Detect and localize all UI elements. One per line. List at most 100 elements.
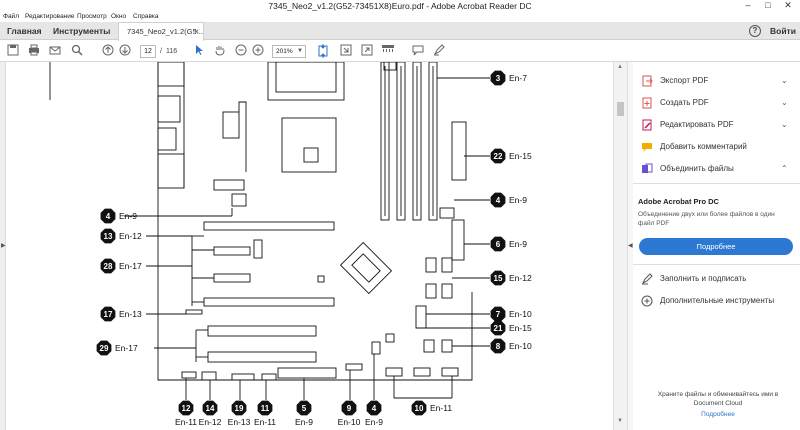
chevron-down-icon[interactable]: ⌄ xyxy=(781,114,788,136)
callout-label: En-10 xyxy=(338,417,361,427)
callout-marker: 9 En-10 xyxy=(338,400,361,427)
callout-label: En-9 xyxy=(119,211,137,221)
menu-view[interactable]: Просмотр xyxy=(77,12,107,22)
search-icon[interactable] xyxy=(70,44,84,58)
callout-number: 6 xyxy=(496,240,501,249)
document-view[interactable]: 3 En-7 22 En-15 4 En-9 4 En-9 13 En-12 6 En-9 28 En-1… xyxy=(6,62,613,430)
callout-label: En-15 xyxy=(509,151,532,161)
callout-number: 13 xyxy=(104,232,113,241)
tool-label: Объединить файлы xyxy=(660,164,734,173)
callout-marker: 14 En-12 xyxy=(199,400,222,427)
comment-icon[interactable] xyxy=(411,44,425,58)
scroll-down-icon[interactable]: ▼ xyxy=(617,418,623,424)
close-tab-icon[interactable]: × xyxy=(194,23,199,41)
prev-page-icon[interactable] xyxy=(101,44,115,58)
callout-marker: 7 En-10 xyxy=(490,306,532,322)
menu-window[interactable]: Окно xyxy=(111,12,126,22)
save-icon[interactable] xyxy=(6,44,20,58)
callout-marker: 29 En-17 xyxy=(96,340,138,356)
chevron-down-icon[interactable]: ⌄ xyxy=(781,70,788,92)
callout-marker: 28 En-17 xyxy=(100,258,142,274)
tool-more-tools[interactable]: Дополнительные инструменты xyxy=(633,290,800,312)
document-cloud-text: Храните файлы и обменивайтесь ими в Docu… xyxy=(657,391,779,407)
callout-label: En-11 xyxy=(254,417,276,427)
callout-marker: 11 En-11 xyxy=(254,400,276,427)
callout-number: 4 xyxy=(496,196,501,205)
callout-label: En-11 xyxy=(175,417,197,427)
motherboard-diagram: 3 En-7 22 En-15 4 En-9 4 En-9 13 En-12 6 En-9 28 En-1… xyxy=(49,62,532,427)
fit-page-icon[interactable] xyxy=(316,44,330,58)
create-pdf-icon xyxy=(641,97,653,109)
combine-files-icon xyxy=(641,163,653,175)
tool-create-pdf[interactable]: Создать PDF ⌄ xyxy=(633,92,800,114)
tool-fill-sign[interactable]: Заполнить и подписать xyxy=(633,268,800,290)
tool-add-comment[interactable]: Добавить комментарий xyxy=(633,136,800,158)
full-screen-icon[interactable] xyxy=(360,44,374,58)
learn-more-button[interactable]: Подробнее xyxy=(639,238,793,255)
callout-marker: 4 En-9 xyxy=(490,192,527,208)
page-separator: / xyxy=(160,48,162,55)
chevron-up-icon[interactable]: ⌃ xyxy=(781,158,788,180)
comment-tool-icon xyxy=(641,141,653,153)
menu-file[interactable]: Файл xyxy=(3,12,19,22)
callout-number: 4 xyxy=(106,212,111,221)
tool-combine-files[interactable]: Объединить файлы ⌃ xyxy=(633,158,800,180)
toolbar: 12 / 116 201% ▼ xyxy=(0,41,800,62)
zoom-select[interactable]: 201% ▼ xyxy=(272,45,306,58)
callout-label: En-10 xyxy=(509,341,532,351)
callout-marker: 17 En-13 xyxy=(100,306,142,322)
tab-home[interactable]: Главная xyxy=(7,22,42,40)
document-cloud-link[interactable]: Подробнее xyxy=(643,411,793,418)
title-bar: 7345_Neo2_v1.2(G52-73451X8)Euro.pdf - Ad… xyxy=(0,0,800,12)
menu-help[interactable]: Справка xyxy=(133,12,159,22)
tab-tools[interactable]: Инструменты xyxy=(53,22,110,40)
close-window-button[interactable]: ✕ xyxy=(778,0,798,12)
page-number-input[interactable]: 12 xyxy=(140,45,156,58)
tool-label: Добавить комментарий xyxy=(660,142,747,151)
callout-number: 29 xyxy=(100,344,109,353)
scroll-mode-icon[interactable] xyxy=(339,44,353,58)
callout-label: En-9 xyxy=(295,417,313,427)
callout-marker: 8 En-10 xyxy=(490,338,532,354)
export-pdf-icon xyxy=(641,75,653,87)
callout-label: En-13 xyxy=(228,417,251,427)
vertical-scrollbar[interactable]: ▲ ▼ xyxy=(613,62,627,430)
callout-marker: 21 En-15 xyxy=(490,320,532,336)
callout-label: En-17 xyxy=(115,343,138,353)
callout-number: 19 xyxy=(235,404,244,413)
page-total: 116 xyxy=(166,48,178,55)
rotate-icon[interactable] xyxy=(381,44,395,58)
tool-export-pdf[interactable]: Экспорт PDF ⌄ xyxy=(633,70,800,92)
callout-number: 14 xyxy=(206,404,215,413)
zoom-in-icon[interactable] xyxy=(251,44,265,58)
email-icon[interactable] xyxy=(48,44,62,58)
zoom-out-icon[interactable] xyxy=(234,44,248,58)
tool-label: Редактировать PDF xyxy=(660,120,734,129)
maximize-button[interactable]: □ xyxy=(758,0,778,12)
callout-label: En-17 xyxy=(119,261,142,271)
sign-in-button[interactable]: Войти xyxy=(770,22,796,40)
chevron-down-icon[interactable]: ⌄ xyxy=(781,92,788,114)
help-icon[interactable]: ? xyxy=(749,25,761,37)
chevron-down-icon: ▼ xyxy=(297,48,303,54)
tool-edit-pdf[interactable]: Редактировать PDF ⌄ xyxy=(633,114,800,136)
promo-title: Adobe Acrobat Pro DC xyxy=(638,197,719,206)
scroll-up-icon[interactable]: ▲ xyxy=(617,64,623,70)
chevron-right-icon: ▶ xyxy=(1,243,6,249)
hand-icon[interactable] xyxy=(213,44,227,58)
minimize-button[interactable]: – xyxy=(738,0,758,12)
print-icon[interactable] xyxy=(27,44,41,58)
callout-number: 11 xyxy=(261,404,270,413)
chevron-left-icon: ◀ xyxy=(628,243,633,249)
select-cursor-icon[interactable] xyxy=(192,44,206,58)
callout-number: 22 xyxy=(494,152,503,161)
scroll-thumb[interactable] xyxy=(617,102,624,116)
menu-edit[interactable]: Редактирование xyxy=(25,12,75,22)
callout-label: En-9 xyxy=(509,239,527,249)
tab-document[interactable]: 7345_Neo2_v1.2(G5... × xyxy=(118,22,204,41)
tool-label: Заполнить и подписать xyxy=(660,274,747,283)
next-page-icon[interactable] xyxy=(118,44,132,58)
callout-marker: 12 En-11 xyxy=(175,400,197,427)
callout-label: En-12 xyxy=(199,417,222,427)
highlight-icon[interactable] xyxy=(432,44,446,58)
